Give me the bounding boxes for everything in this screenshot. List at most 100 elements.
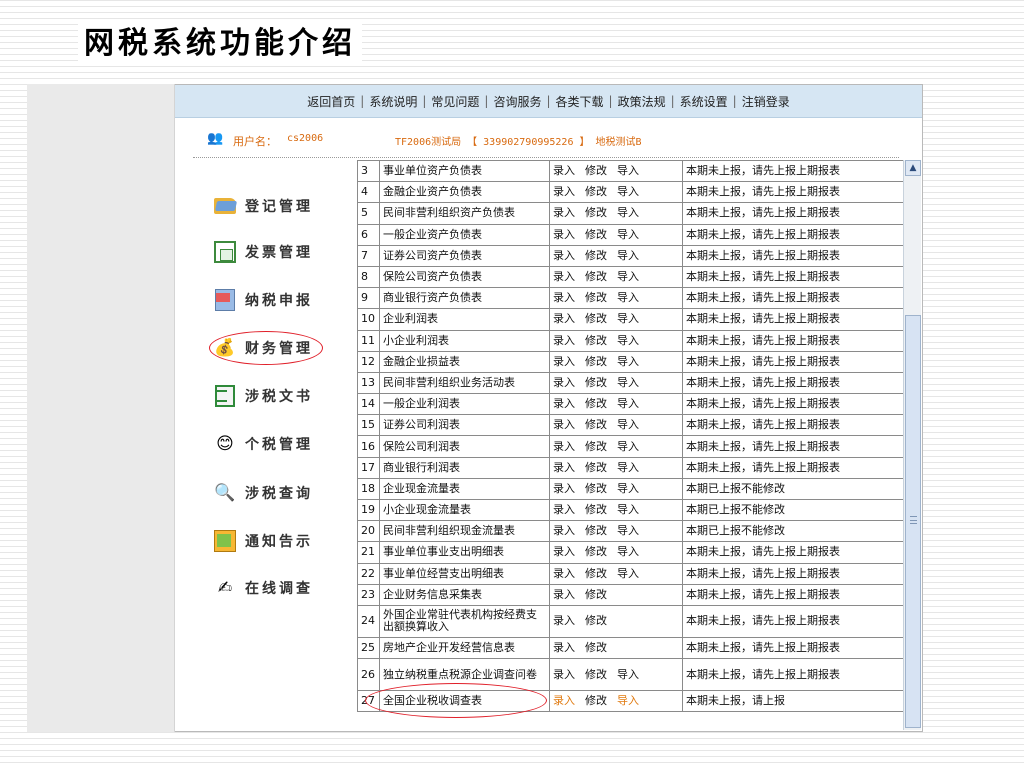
scroll-thumb[interactable] [905, 315, 921, 728]
import-link[interactable]: 导入 [617, 185, 639, 198]
import-link[interactable]: 导入 [617, 461, 639, 474]
nav-link-2[interactable]: 系统说明 [369, 93, 417, 110]
modify-link[interactable]: 修改 [585, 164, 607, 177]
modify-link[interactable]: 修改 [585, 668, 607, 681]
report-name: 全国企业税收调查表 [379, 690, 550, 713]
import-link[interactable]: 导入 [617, 524, 639, 537]
sidebar-item-5[interactable]: 涉税文书 [213, 381, 313, 411]
modify-link[interactable]: 修改 [585, 291, 607, 304]
import-link[interactable]: 导入 [617, 249, 639, 262]
modify-link[interactable]: 修改 [585, 440, 607, 453]
entry-link[interactable]: 录入 [553, 334, 575, 347]
modify-link[interactable]: 修改 [585, 334, 607, 347]
modify-link[interactable]: 修改 [585, 482, 607, 495]
modify-link[interactable]: 修改 [585, 694, 607, 707]
import-link[interactable]: 导入 [617, 567, 639, 580]
import-link[interactable]: 导入 [617, 397, 639, 410]
nav-link-3[interactable]: 常见问题 [431, 93, 479, 110]
import-link[interactable]: 导入 [617, 482, 639, 495]
entry-link[interactable]: 录入 [553, 228, 575, 241]
entry-link[interactable]: 录入 [553, 291, 575, 304]
sidebar-item-9[interactable]: ✍ 在线调查 [213, 573, 313, 603]
sidebar-item-4[interactable]: 💰 财务管理 [213, 333, 313, 363]
entry-link[interactable]: 录入 [553, 503, 575, 516]
nav-link-4[interactable]: 咨询服务 [493, 93, 541, 110]
vertical-scrollbar[interactable]: ▲ [903, 160, 921, 730]
nav-link-7[interactable]: 系统设置 [680, 93, 728, 110]
entry-link[interactable]: 录入 [553, 249, 575, 262]
entry-link[interactable]: 录入 [553, 397, 575, 410]
import-link[interactable]: 导入 [617, 668, 639, 681]
entry-link[interactable]: 录入 [553, 185, 575, 198]
entry-link[interactable]: 录入 [553, 164, 575, 177]
entry-link[interactable]: 录入 [553, 694, 575, 707]
row-number: 26 [357, 658, 380, 692]
entry-link[interactable]: 录入 [553, 641, 575, 654]
entry-link[interactable]: 录入 [553, 355, 575, 368]
nav-link-5[interactable]: 各类下载 [556, 93, 604, 110]
sidebar-item-7[interactable]: 🔍 涉税查询 [213, 478, 313, 508]
entry-link[interactable]: 录入 [553, 545, 575, 558]
modify-link[interactable]: 修改 [585, 503, 607, 516]
scroll-up-button[interactable]: ▲ [905, 160, 921, 176]
import-link[interactable]: 导入 [617, 334, 639, 347]
row-number: 15 [357, 414, 380, 437]
sidebar-item-6[interactable]: 😊 个税管理 [213, 429, 313, 459]
entry-link[interactable]: 录入 [553, 312, 575, 325]
modify-link[interactable]: 修改 [585, 185, 607, 198]
nav-link-6[interactable]: 政策法规 [618, 93, 666, 110]
modify-link[interactable]: 修改 [585, 355, 607, 368]
entry-link[interactable]: 录入 [553, 461, 575, 474]
import-link[interactable]: 导入 [617, 228, 639, 241]
modify-link[interactable]: 修改 [585, 376, 607, 389]
nav-separator: | [546, 94, 551, 108]
nav-link-1[interactable]: 返回首页 [307, 93, 355, 110]
sidebar-item-8[interactable]: 通知告示 [213, 526, 313, 556]
entry-link[interactable]: 录入 [553, 206, 575, 219]
modify-link[interactable]: 修改 [585, 249, 607, 262]
entry-link[interactable]: 录入 [553, 376, 575, 389]
modify-link[interactable]: 修改 [585, 270, 607, 283]
entry-link[interactable]: 录入 [553, 440, 575, 453]
import-link[interactable]: 导入 [617, 503, 639, 516]
modify-link[interactable]: 修改 [585, 312, 607, 325]
import-link[interactable]: 导入 [617, 270, 639, 283]
entry-link[interactable]: 录入 [553, 668, 575, 681]
sidebar-item-2[interactable]: 发票管理 [213, 237, 313, 267]
import-link[interactable]: 导入 [617, 376, 639, 389]
row-number: 22 [357, 562, 380, 585]
import-link[interactable]: 导入 [617, 291, 639, 304]
import-link[interactable]: 导入 [617, 355, 639, 368]
entry-link[interactable]: 录入 [553, 270, 575, 283]
import-link[interactable]: 导入 [617, 312, 639, 325]
import-link[interactable]: 导入 [617, 440, 639, 453]
import-link[interactable]: 导入 [617, 694, 639, 707]
nav-link-8[interactable]: 注销登录 [742, 93, 790, 110]
report-status: 本期未上报，请先上报上期报表 [682, 435, 904, 458]
sidebar-item-3[interactable]: 纳税申报 [213, 285, 313, 315]
entry-link[interactable]: 录入 [553, 567, 575, 580]
entry-link[interactable]: 录入 [553, 524, 575, 537]
import-link[interactable]: 导入 [617, 206, 639, 219]
modify-link[interactable]: 修改 [585, 524, 607, 537]
modify-link[interactable]: 修改 [585, 567, 607, 580]
modify-link[interactable]: 修改 [585, 206, 607, 219]
modify-link[interactable]: 修改 [585, 397, 607, 410]
modify-link[interactable]: 修改 [585, 461, 607, 474]
entry-link[interactable]: 录入 [553, 482, 575, 495]
entry-link[interactable]: 录入 [553, 418, 575, 431]
modify-link[interactable]: 修改 [585, 588, 607, 601]
modify-link[interactable]: 修改 [585, 228, 607, 241]
report-table: 3 事业单位资产负债表 录入 修改 导入 本期未上报，请先上报上期报表 4 金融企业资产负债表… [357, 160, 904, 713]
sidebar-item-1[interactable]: 登记管理 [213, 191, 313, 221]
entry-link[interactable]: 录入 [553, 588, 575, 601]
modify-link[interactable]: 修改 [585, 418, 607, 431]
import-link[interactable]: 导入 [617, 545, 639, 558]
modify-link[interactable]: 修改 [585, 614, 607, 627]
import-link[interactable]: 导入 [617, 164, 639, 177]
entry-link[interactable]: 录入 [553, 614, 575, 627]
row-number: 10 [357, 308, 380, 331]
modify-link[interactable]: 修改 [585, 545, 607, 558]
modify-link[interactable]: 修改 [585, 641, 607, 654]
import-link[interactable]: 导入 [617, 418, 639, 431]
